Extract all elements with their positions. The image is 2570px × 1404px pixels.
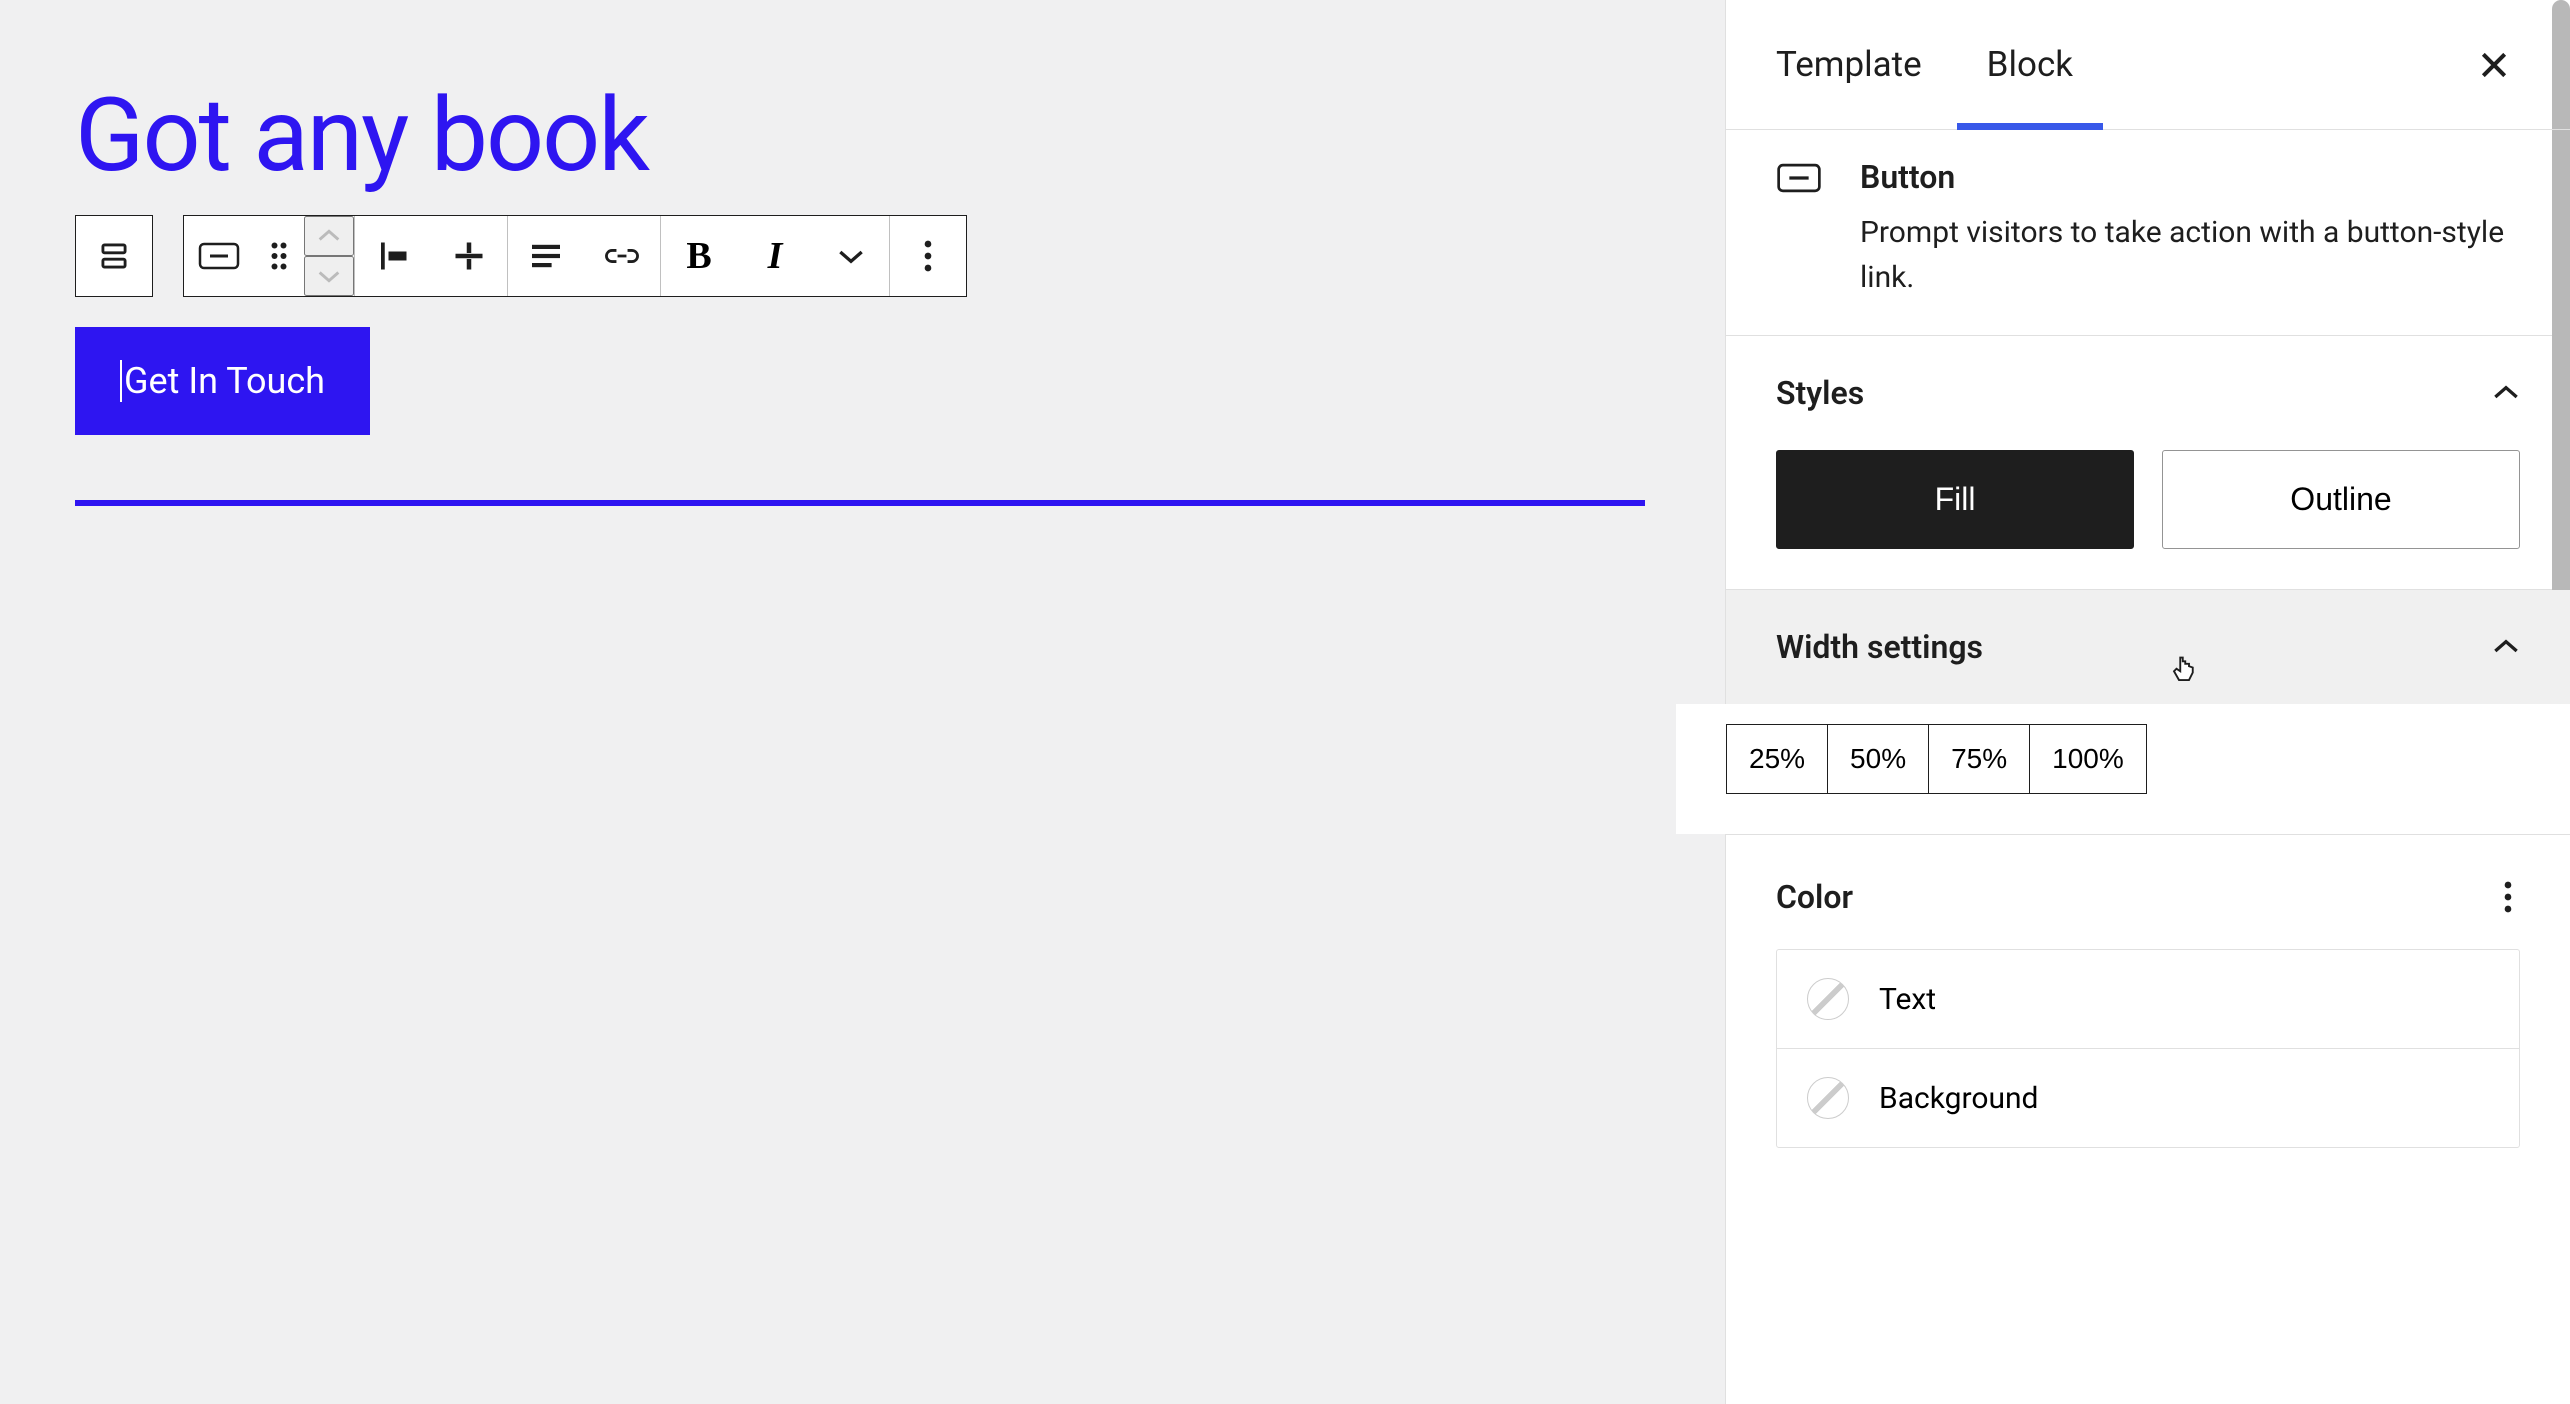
color-text-item[interactable]: Text: [1776, 949, 2520, 1048]
close-icon: [2478, 49, 2510, 81]
drag-icon: [269, 241, 289, 271]
styles-panel: Styles Fill Outline: [1726, 336, 2570, 590]
width-50-button[interactable]: 50%: [1828, 725, 1929, 793]
styles-panel-title: Styles: [1776, 374, 1864, 412]
chevron-down-icon: [837, 248, 865, 264]
styles-panel-header[interactable]: Styles: [1726, 336, 2570, 450]
block-type-button[interactable]: [184, 216, 254, 296]
block-header: Button Prompt visitors to take action wi…: [1726, 130, 2570, 336]
more-options-button[interactable]: [890, 216, 966, 296]
separator-block[interactable]: [75, 500, 1645, 506]
color-text-label: Text: [1879, 982, 1936, 1017]
block-title: Button: [1860, 158, 2520, 196]
justify-button[interactable]: [508, 216, 584, 296]
bold-icon: B: [686, 234, 711, 278]
color-background-label: Background: [1879, 1081, 2038, 1116]
more-vertical-icon: [2504, 881, 2512, 913]
move-down-button[interactable]: [304, 256, 354, 296]
align-left-icon: [375, 238, 411, 274]
close-sidebar-button[interactable]: [2468, 39, 2520, 91]
more-formatting-button[interactable]: [813, 216, 889, 296]
width-75-button[interactable]: 75%: [1929, 725, 2030, 793]
italic-button[interactable]: I: [737, 216, 813, 296]
sidebar-tabs: Template Block: [1726, 0, 2570, 130]
drag-handle-button[interactable]: [254, 216, 304, 296]
background-color-swatch: [1807, 1077, 1849, 1119]
toolbar-group-main: B I: [183, 215, 967, 297]
color-panel-title: Color: [1776, 878, 1853, 916]
width-panel-title: Width settings: [1776, 628, 1983, 666]
style-options: Fill Outline: [1776, 450, 2520, 549]
align-button[interactable]: [355, 216, 431, 296]
button-text[interactable]: Get In Touch: [120, 360, 325, 402]
link-icon: [602, 245, 642, 267]
color-panel-header: Color: [1726, 835, 2570, 949]
style-fill-button[interactable]: Fill: [1776, 450, 2134, 549]
vertical-align-icon: [451, 238, 487, 274]
move-up-button[interactable]: [304, 216, 354, 256]
width-panel-header[interactable]: Width settings: [1726, 590, 2570, 704]
button-block-selected[interactable]: Get In Touch: [75, 327, 370, 435]
chevron-up-icon: [317, 229, 341, 243]
chevron-up-icon: [2492, 639, 2520, 655]
color-options-button[interactable]: [2496, 873, 2520, 921]
style-outline-button[interactable]: Outline: [2162, 450, 2520, 549]
buttons-block-icon: [95, 237, 133, 275]
justify-icon: [529, 242, 563, 270]
width-25-button[interactable]: 25%: [1727, 725, 1828, 793]
page-heading[interactable]: Got any book: [75, 75, 1650, 195]
block-description: Prompt visitors to take action with a bu…: [1860, 210, 2520, 300]
color-panel: Color Text Background: [1726, 835, 2570, 1148]
color-background-item[interactable]: Background: [1776, 1048, 2520, 1148]
width-options: 25% 50% 75% 100%: [1726, 724, 2147, 794]
tab-block[interactable]: Block: [1987, 0, 2073, 129]
more-vertical-icon: [924, 240, 932, 272]
width-panel: Width settings 25% 50% 75% 100%: [1726, 590, 2570, 835]
block-toolbar: B I: [75, 215, 1650, 297]
toolbar-group-parent: [75, 215, 153, 297]
settings-sidebar: Template Block Button Prompt visitors to…: [1725, 0, 2570, 1404]
width-100-button[interactable]: 100%: [2030, 725, 2146, 793]
text-color-swatch: [1807, 978, 1849, 1020]
link-button[interactable]: [584, 216, 660, 296]
chevron-down-icon: [317, 269, 341, 283]
button-block-icon: [198, 242, 240, 270]
chevron-up-icon: [2492, 385, 2520, 401]
tab-template[interactable]: Template: [1776, 0, 1922, 129]
button-block-icon: [1776, 163, 1822, 193]
vertical-align-button[interactable]: [431, 216, 507, 296]
select-parent-button[interactable]: [76, 216, 152, 296]
bold-button[interactable]: B: [661, 216, 737, 296]
editor-canvas[interactable]: Got any book: [0, 0, 1725, 1404]
italic-icon: I: [768, 234, 783, 278]
